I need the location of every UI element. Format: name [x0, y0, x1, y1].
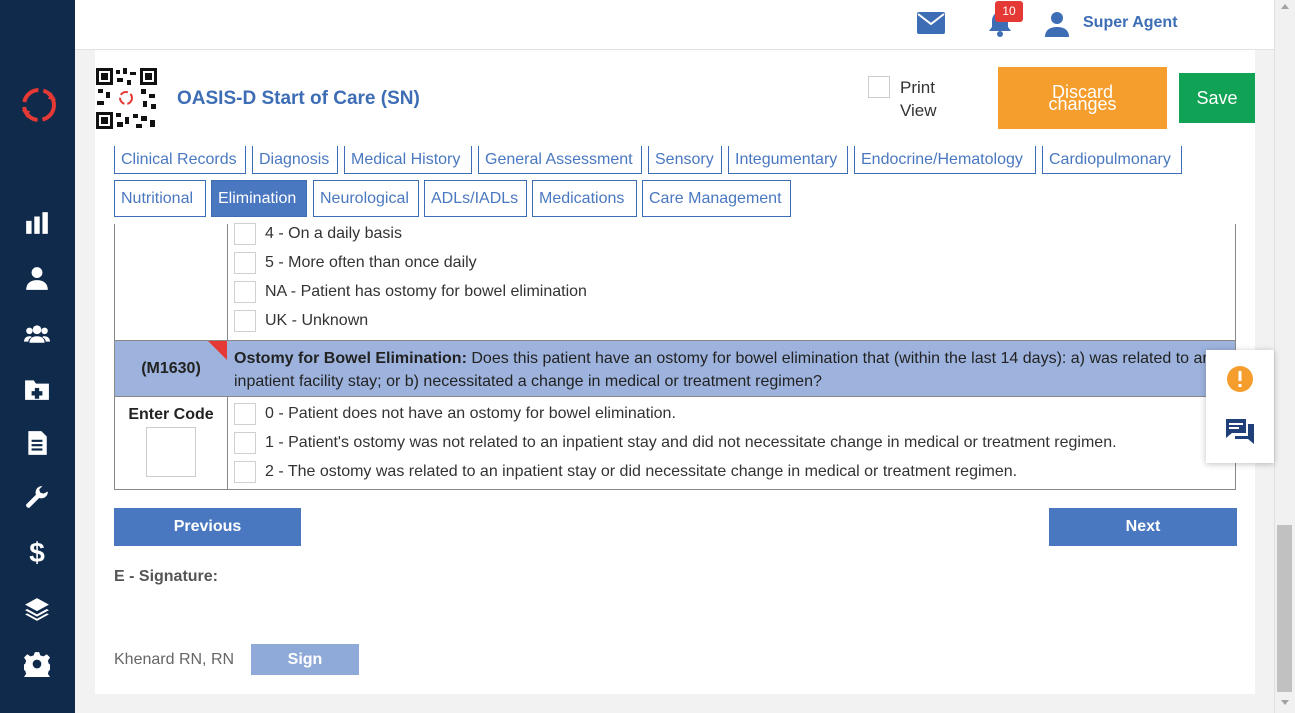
sidebar: $ [0, 0, 75, 713]
tab-diagnosis[interactable]: Diagnosis [252, 146, 338, 174]
layers-icon[interactable] [22, 594, 52, 624]
username-menu[interactable]: Super Agent [1083, 14, 1178, 32]
tab-medical-history[interactable]: Medical History [344, 146, 472, 174]
tab-sensory[interactable]: Sensory [648, 146, 722, 174]
option-checkbox[interactable] [234, 252, 256, 274]
mail-icon[interactable] [917, 12, 945, 34]
signer-name: Khenard RN, RN [114, 651, 235, 668]
flag-marker-icon [208, 341, 227, 360]
qr-code-icon [96, 68, 157, 129]
previous-button[interactable]: Previous [114, 508, 301, 546]
option-label: NA - Patient has ostomy for bowel elimin… [265, 283, 587, 300]
option-checkbox[interactable] [234, 403, 256, 425]
users-group-icon[interactable] [22, 318, 52, 348]
option-label: 0 - Patient does not have an ostomy for … [265, 405, 676, 422]
print-view-label: Print View [900, 78, 937, 120]
discard-changes-button[interactable]: Discard changes [998, 67, 1167, 129]
tab-integumentary[interactable]: Integumentary [728, 146, 848, 174]
print-view-checkbox[interactable] [868, 76, 890, 98]
scroll-up-arrow-icon[interactable] [1281, 4, 1289, 9]
e-signature-label: E - Signature: [114, 568, 219, 585]
tab-cardiopulmonary[interactable]: Cardiopulmonary [1042, 146, 1182, 174]
option-checkbox[interactable] [234, 310, 256, 332]
question-text: Ostomy for Bowel Elimination: Does this … [234, 347, 1224, 393]
tab-general-assessment[interactable]: General Assessment [478, 146, 642, 174]
option-label: UK - Unknown [265, 312, 369, 329]
scroll-thumb[interactable] [1277, 525, 1292, 692]
tab-endocrine-hematology[interactable]: Endocrine/Hematology [854, 146, 1036, 174]
column-divider [227, 224, 228, 341]
page-title: OASIS-D Start of Care (SN) [177, 88, 420, 109]
sign-button[interactable]: Sign [251, 644, 359, 675]
question-body-line2: inpatient facility stay; or b) necessita… [234, 373, 822, 390]
option-label: 2 - The ostomy was related to an inpatie… [265, 463, 1018, 480]
gear-icon[interactable] [22, 649, 52, 679]
tab-elimination[interactable]: Elimination [211, 180, 307, 217]
chat-icon[interactable] [1226, 419, 1254, 445]
tab-care-management[interactable]: Care Management [642, 180, 791, 217]
tab-medications[interactable]: Medications [532, 180, 637, 217]
option-checkbox[interactable] [234, 281, 256, 303]
folder-plus-icon[interactable] [22, 374, 52, 404]
tab-neurological[interactable]: Neurological [313, 180, 419, 217]
document-icon[interactable] [22, 428, 52, 458]
app-logo[interactable] [20, 86, 58, 124]
tab-nutritional[interactable]: Nutritional [114, 180, 206, 217]
doctor-icon[interactable] [22, 263, 52, 293]
wrench-icon[interactable] [22, 483, 52, 513]
enter-code-input[interactable] [146, 427, 196, 477]
enter-code-label: Enter Code [128, 406, 214, 423]
question-body-line1: Does this patient have an ostomy for bow… [471, 350, 1212, 367]
notification-badge: 10 [995, 1, 1023, 22]
option-checkbox[interactable] [234, 461, 256, 483]
option-label: 4 - On a daily basis [265, 225, 402, 242]
option-label: 1 - Patient's ostomy was not related to … [265, 434, 1117, 451]
next-button[interactable]: Next [1049, 508, 1237, 546]
question-title: Ostomy for Bowel Elimination: [234, 350, 467, 367]
dollar-icon[interactable]: $ [22, 537, 52, 568]
alert-icon[interactable] [1227, 366, 1253, 392]
option-label: 5 - More often than once daily [265, 254, 477, 271]
tab-adls-iadls[interactable]: ADLs/IADLs [424, 180, 527, 217]
scroll-down-arrow-icon[interactable] [1281, 700, 1289, 705]
column-divider [227, 397, 228, 489]
tab-clinical-records[interactable]: Clinical Records [114, 146, 246, 174]
save-button[interactable]: Save [1179, 73, 1255, 123]
user-icon[interactable] [1045, 11, 1069, 37]
option-checkbox[interactable] [234, 432, 256, 454]
option-checkbox[interactable] [234, 223, 256, 245]
chart-bar-icon[interactable] [22, 208, 52, 238]
